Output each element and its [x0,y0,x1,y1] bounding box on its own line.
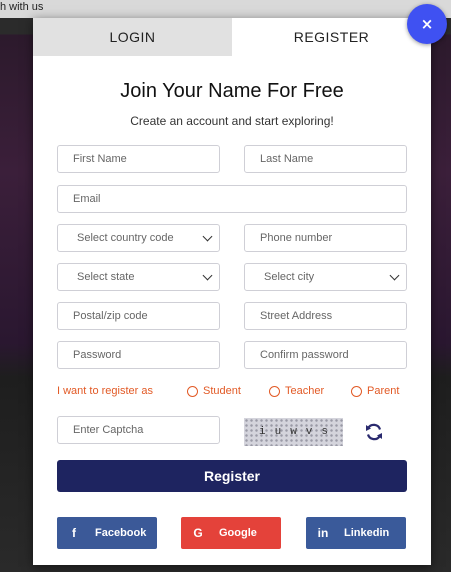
linkedin-login-button[interactable]: in Linkedin [306,517,406,549]
facebook-icon: f [72,526,76,540]
captcha-char: v [305,426,313,438]
city-select[interactable]: Select city [244,263,407,291]
role-student-radio[interactable]: Student [187,385,241,397]
form-title: Join Your Name For Free [120,80,344,102]
linkedin-label: Linkedin [344,527,390,539]
chevron-down-icon [389,270,400,280]
facebook-login-button[interactable]: f Facebook [57,517,157,549]
register-as-label: I want to register as [57,385,153,397]
role-teacher-radio[interactable]: Teacher [269,385,324,397]
register-modal: LOGIN REGISTER Join Your Name For Free C… [33,18,431,565]
register-as-row: I want to register as Student Teacher Pa… [57,382,417,400]
state-select[interactable]: Select state [57,263,220,291]
chevron-down-icon [202,270,213,280]
background-strip: h with us [0,0,451,18]
radio-circle-icon [269,385,280,397]
first-name-field[interactable]: First Name [57,145,220,173]
captcha-char: w [290,426,297,438]
close-modal-button[interactable]: × [407,4,447,44]
confirm-password-field[interactable]: Confirm password [244,341,407,369]
captcha-char: u [274,426,282,438]
phone-number-field[interactable]: Phone number [244,224,407,252]
google-icon: G [193,526,203,540]
linkedin-icon: in [317,526,329,540]
captcha-char: i [258,426,266,438]
register-button[interactable]: Register [57,460,407,492]
city-select-value: Select city [264,271,315,283]
password-field[interactable]: Password [57,341,220,369]
form-subtitle: Create an account and start exploring! [130,114,334,128]
postal-code-field[interactable]: Postal/zip code [57,302,220,330]
last-name-field[interactable]: Last Name [244,145,407,173]
street-address-field[interactable]: Street Address [244,302,407,330]
refresh-captcha-icon[interactable] [362,419,386,445]
tab-login[interactable]: LOGIN [33,18,232,56]
role-parent-radio[interactable]: Parent [351,385,399,397]
country-code-select-value: Select country code [77,232,174,244]
email-field[interactable]: Email [57,185,407,213]
google-label: Google [219,527,257,539]
role-teacher-label: Teacher [285,385,325,397]
auth-tabs: LOGIN REGISTER [33,18,431,56]
background-strip-text: h with us [0,1,44,13]
radio-circle-icon [351,385,362,397]
facebook-label: Facebook [95,527,147,539]
role-parent-label: Parent [367,385,400,397]
captcha-image: i u w v s [244,418,343,446]
tab-register[interactable]: REGISTER [232,18,431,56]
state-select-value: Select state [77,271,135,283]
google-login-button[interactable]: G Google [181,517,281,549]
radio-circle-icon [187,385,198,397]
role-student-label: Student [203,385,241,397]
country-code-select[interactable]: Select country code [57,224,220,252]
chevron-down-icon [202,231,213,241]
captcha-input[interactable]: Enter Captcha [57,416,220,444]
captcha-char: s [321,426,329,438]
